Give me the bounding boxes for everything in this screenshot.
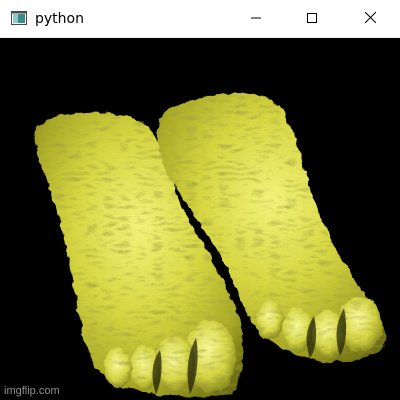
close-icon	[364, 10, 376, 28]
render-viewport[interactable]: imgflip.com	[0, 38, 400, 400]
window-title: python	[35, 11, 84, 27]
app-window: python imgflip.com	[0, 0, 400, 400]
title-bar[interactable]: python	[0, 0, 400, 38]
volume-render-image	[34, 92, 386, 398]
python-window-icon	[11, 11, 27, 25]
watermark-text: imgflip.com	[4, 385, 60, 397]
maximize-button[interactable]	[289, 0, 335, 38]
maximize-icon	[307, 10, 317, 28]
minimize-button[interactable]	[233, 0, 279, 38]
close-button[interactable]	[347, 0, 393, 38]
minimize-icon	[251, 10, 261, 28]
